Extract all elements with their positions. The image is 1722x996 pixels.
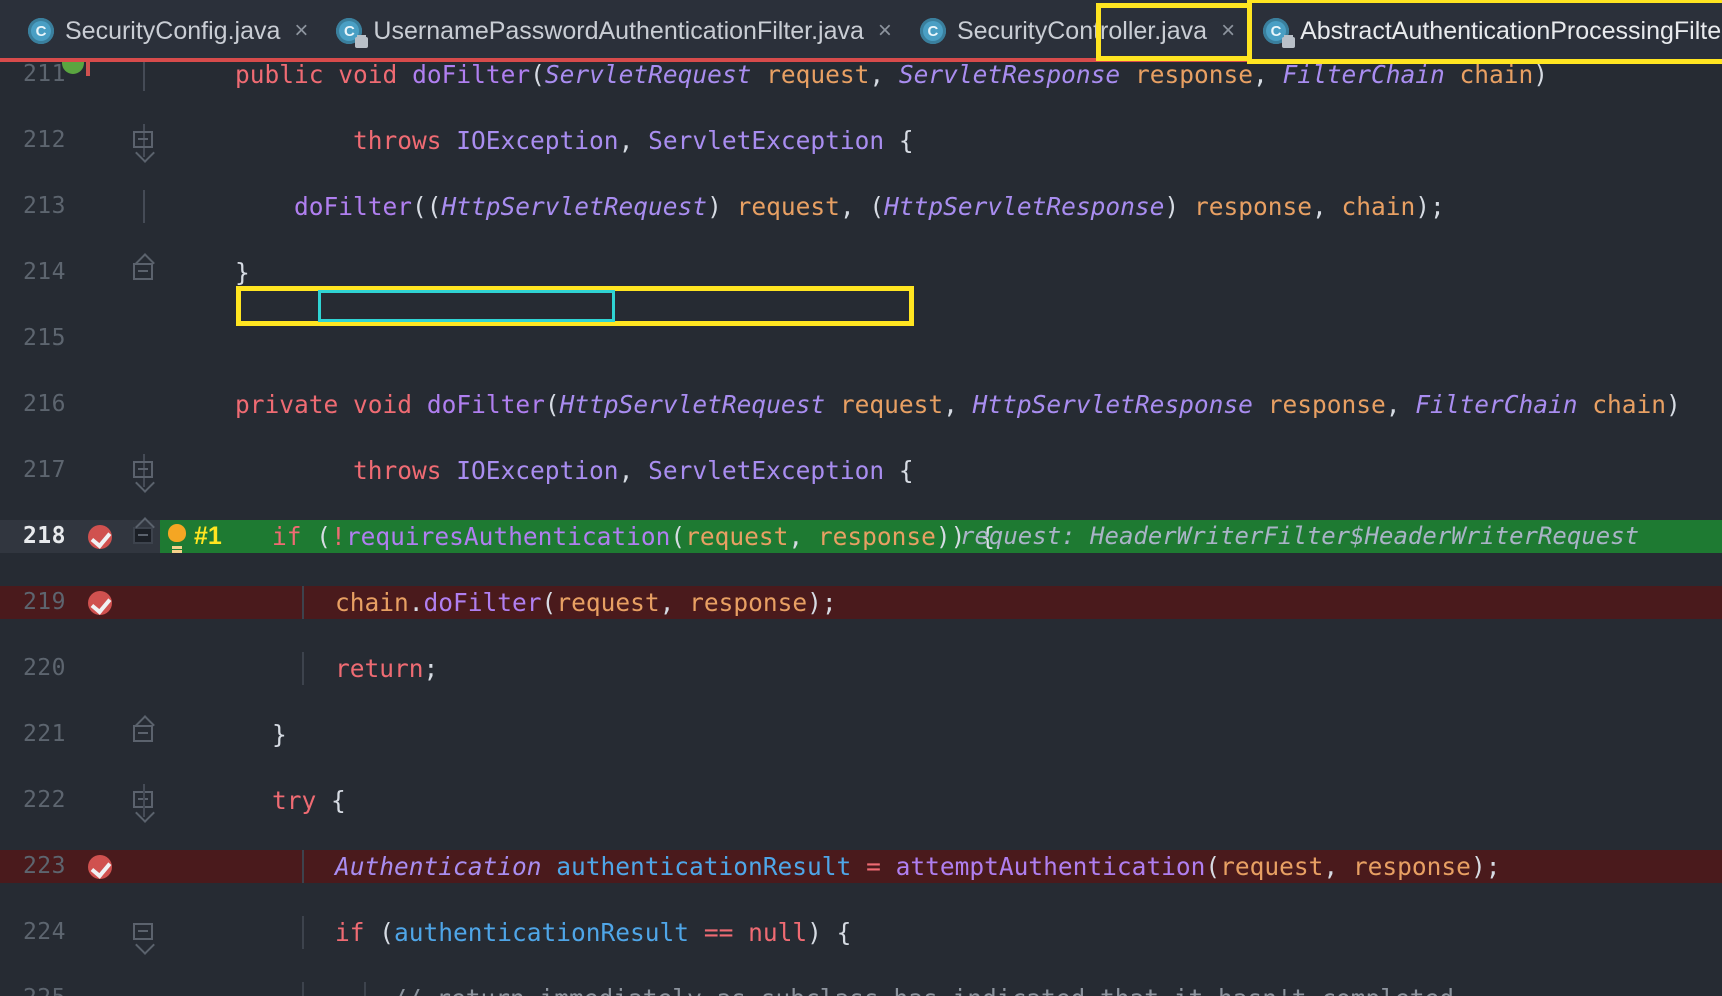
code-text: return; — [335, 654, 439, 683]
line-number: 211 — [22, 62, 66, 87]
code-text: chain.doFilter(request, response); — [335, 588, 837, 617]
tab-label: UsernamePasswordAuthenticationFilter.jav… — [373, 16, 864, 45]
code-line-213[interactable]: 213 doFilter((HttpServletRequest) reques… — [0, 190, 1722, 223]
code-text: Authentication authenticationResult = at… — [335, 852, 1501, 881]
fold-collapse-icon[interactable] — [133, 131, 153, 148]
fold-guide — [143, 190, 145, 223]
fold-collapse-icon[interactable] — [133, 923, 153, 940]
line-number: 218 — [22, 523, 66, 549]
code-line-214[interactable]: 214 } — [0, 256, 1722, 289]
code-line-224[interactable]: 224 if (authenticationResult == null) { — [0, 916, 1722, 949]
code-text: public void doFilter(ServletRequest requ… — [235, 62, 1549, 89]
java-class-icon — [28, 18, 54, 44]
line-number: 212 — [22, 127, 66, 153]
breakpoint-verified-icon[interactable] — [88, 525, 112, 549]
indent-guide — [302, 982, 304, 996]
fold-guide — [143, 62, 145, 91]
tab-label: SecurityConfig.java — [65, 16, 281, 45]
code-text: // return immediately as subclass has in… — [392, 982, 1454, 996]
java-class-icon — [919, 18, 946, 44]
code-line-222[interactable]: 222 try { — [0, 784, 1722, 817]
code-text: if (authenticationResult == null) { — [335, 918, 852, 947]
indent-guide — [302, 586, 304, 619]
code-line-220[interactable]: 220 return; — [0, 652, 1722, 685]
indent-guide — [364, 982, 366, 996]
editor-tab-bar[interactable]: SecurityConfig.java × UsernamePasswordAu… — [0, 0, 1722, 64]
tab-username-password-authentication-filter[interactable]: UsernamePasswordAuthenticationFilter.jav… — [322, 0, 906, 62]
line-number: 224 — [22, 919, 66, 945]
code-line-225[interactable]: 225 // return immediately as subclass ha… — [0, 982, 1722, 996]
code-line-218[interactable]: 218 #1 if (!requiresAuthentication(reque… — [0, 520, 1722, 553]
code-text: private void doFilter(HttpServletRequest… — [235, 390, 1681, 419]
coverage-highlight — [0, 586, 1722, 619]
code-line-216[interactable]: 216 private void doFilter(HttpServletReq… — [0, 388, 1722, 421]
code-text: throws IOException, ServletException { — [353, 456, 914, 485]
fold-expand-icon[interactable] — [133, 527, 153, 544]
indent-guide — [302, 916, 304, 949]
line-number: 219 — [22, 589, 66, 615]
code-line-212[interactable]: 212 throws IOException, ServletException… — [0, 124, 1722, 157]
breakpoint-verified-icon[interactable] — [88, 591, 112, 615]
code-line-219[interactable]: 219 chain.doFilter(request, response); — [0, 586, 1722, 619]
indent-guide — [302, 850, 304, 883]
close-icon[interactable]: × — [294, 19, 308, 43]
code-line-215[interactable]: 215 — [0, 322, 1722, 355]
line-number: 222 — [22, 787, 66, 813]
code-text: throws IOException, ServletException { — [353, 126, 914, 155]
fold-expand-icon[interactable] — [133, 725, 153, 742]
line-number: 220 — [22, 655, 66, 681]
line-number: 213 — [22, 193, 66, 219]
code-line-223[interactable]: 223 Authentication authenticationResult … — [0, 850, 1722, 883]
line-number: 214 — [22, 259, 66, 285]
indent-guide — [302, 652, 304, 685]
annotation-box-method-call — [318, 290, 615, 322]
inline-debug-hint: request: HeaderWriterFilter$HeaderWriter… — [960, 522, 1640, 550]
code-line-211[interactable]: 211 public void doFilter(ServletRequest … — [0, 62, 1722, 91]
fold-guide — [143, 784, 145, 817]
code-line-221[interactable]: 221 } — [0, 718, 1722, 751]
line-number: 225 — [0, 982, 66, 996]
breakpoint-verified-icon[interactable] — [88, 855, 112, 879]
fold-collapse-icon[interactable] — [133, 461, 153, 478]
tab-abstract-authentication-processing-filter[interactable]: AbstractAuthenticationProcessingFilter.j… — [1247, 0, 1722, 64]
line-number: 221 — [22, 721, 66, 747]
close-icon[interactable]: × — [878, 19, 892, 43]
close-icon[interactable]: × — [1221, 19, 1235, 43]
code-text: if (!requiresAuthentication(request, res… — [272, 522, 995, 551]
code-text: try { — [272, 786, 346, 815]
breakpoint-hint-label: #1 — [194, 522, 222, 550]
code-text: } — [272, 720, 287, 749]
tab-label: SecurityController.java — [956, 16, 1208, 45]
intention-bulb-icon[interactable] — [168, 524, 186, 549]
line-number: 216 — [22, 391, 66, 417]
annotation-box-statement — [236, 286, 914, 326]
line-number: 215 — [22, 325, 66, 351]
line-number: 223 — [22, 853, 66, 879]
fold-expand-icon[interactable] — [133, 263, 153, 280]
code-editor[interactable]: 211 public void doFilter(ServletRequest … — [0, 62, 1722, 996]
java-class-locked-icon — [1263, 18, 1296, 48]
caret-marker — [86, 62, 90, 76]
line-number: 217 — [22, 457, 66, 483]
code-line-217[interactable]: 217 throws IOException, ServletException… — [0, 454, 1722, 487]
tab-security-controller[interactable]: SecurityController.java × — [906, 0, 1249, 62]
java-class-locked-icon — [336, 18, 369, 48]
tab-label: AbstractAuthenticationProcessingFilter.j… — [1300, 16, 1722, 45]
tab-security-config[interactable]: SecurityConfig.java × — [14, 0, 322, 62]
code-text: doFilter((HttpServletRequest) request, (… — [294, 192, 1445, 221]
code-text: } — [235, 258, 250, 287]
